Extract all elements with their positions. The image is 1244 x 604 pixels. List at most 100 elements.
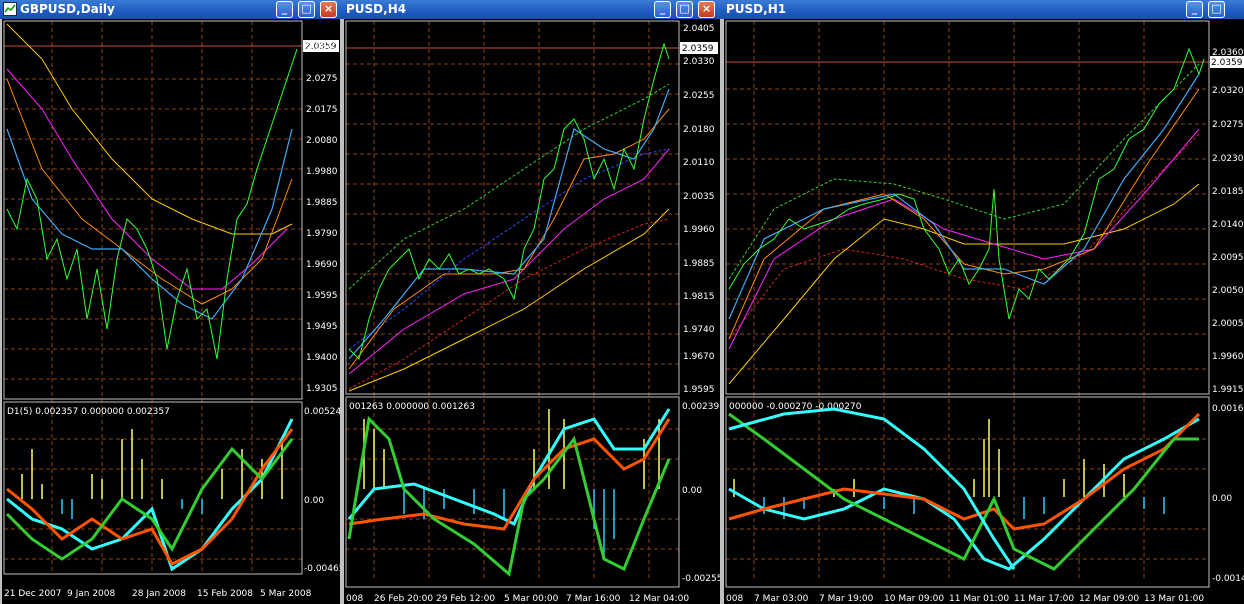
window-titlebar[interactable]: PUSD,H4 _ □ × bbox=[342, 0, 722, 19]
svg-text:2.0140: 2.0140 bbox=[1212, 220, 1244, 230]
svg-text:1.9790: 1.9790 bbox=[306, 229, 338, 239]
window-titlebar[interactable]: GBPUSD,Daily _ □ × bbox=[0, 0, 342, 19]
svg-text:1.9885: 1.9885 bbox=[683, 259, 715, 269]
price-line bbox=[348, 42, 670, 360]
svg-text:1.9980: 1.9980 bbox=[306, 167, 338, 177]
svg-text:0.00524: 0.00524 bbox=[304, 407, 340, 417]
svg-text:1.9885: 1.9885 bbox=[306, 198, 338, 208]
svg-text:1.9960: 1.9960 bbox=[683, 225, 715, 235]
svg-text:008: 008 bbox=[346, 594, 363, 604]
minimize-button[interactable]: _ bbox=[1186, 1, 1203, 18]
indicator-axis: 0.002397 0.00 -0.00255 bbox=[682, 402, 720, 584]
svg-text:0.00: 0.00 bbox=[682, 486, 702, 496]
ma-slow-line bbox=[728, 128, 1200, 350]
current-price-label: 2.0359 bbox=[682, 44, 714, 54]
lower-band-line bbox=[728, 133, 1200, 340]
maximize-button[interactable]: □ bbox=[1208, 1, 1225, 18]
svg-text:1.9670: 1.9670 bbox=[683, 352, 715, 362]
chart-svg[interactable]: 2.0359 2.0360 2.0320 2.0275 2.0230 2.018… bbox=[724, 19, 1244, 604]
indicator-title: D1(5) 0.002357 0.000000 0.002357 bbox=[7, 407, 170, 417]
svg-text:5 Mar 00:00: 5 Mar 00:00 bbox=[504, 594, 559, 604]
svg-text:10 Mar 09:00: 10 Mar 09:00 bbox=[884, 594, 944, 604]
svg-text:1.9595: 1.9595 bbox=[306, 291, 338, 301]
time-axis: 21 Dec 2007 9 Jan 2008 28 Jan 2008 15 Fe… bbox=[4, 589, 312, 599]
price-panel-frame bbox=[725, 20, 1210, 395]
chart-svg[interactable]: 2.0359 2.0370 2.0275 2.0175 2.0080 1.998… bbox=[2, 19, 340, 604]
current-price-label: 2.0359 bbox=[1211, 58, 1243, 68]
window-titlebar[interactable]: PUSD,H1 _ □ bbox=[722, 0, 1244, 19]
svg-text:2.0050: 2.0050 bbox=[1212, 286, 1244, 296]
indicator-axis: 0.00524 0.00 -0.00465 bbox=[304, 407, 340, 574]
chart-window-gbpusd-daily[interactable]: GBPUSD,Daily _ □ × 2.0359 2.0370 2.0275 … bbox=[0, 0, 342, 604]
maximize-button[interactable]: □ bbox=[676, 1, 693, 18]
window-title: PUSD,H4 bbox=[346, 2, 407, 16]
price-axis: 2.0370 2.0275 2.0175 2.0080 1.9980 1.988… bbox=[306, 42, 338, 394]
svg-text:2.0185: 2.0185 bbox=[1212, 187, 1244, 197]
svg-text:0.00168: 0.00168 bbox=[1212, 404, 1244, 414]
svg-text:0.00: 0.00 bbox=[304, 496, 324, 506]
svg-text:-0.00255: -0.00255 bbox=[682, 574, 720, 584]
upper-band-line bbox=[348, 83, 670, 290]
minimize-button[interactable]: _ bbox=[276, 1, 293, 18]
time-axis: 008 26 Feb 20:00 29 Feb 12:00 5 Mar 00:0… bbox=[346, 594, 689, 604]
svg-text:2.0230: 2.0230 bbox=[1212, 154, 1244, 164]
svg-text:1.9915: 1.9915 bbox=[1212, 385, 1244, 395]
chart-area[interactable]: 2.0359 2.0360 2.0320 2.0275 2.0230 2.018… bbox=[724, 19, 1244, 604]
svg-text:2.0275: 2.0275 bbox=[1212, 120, 1244, 130]
svg-text:26 Feb 20:00: 26 Feb 20:00 bbox=[374, 594, 433, 604]
chart-window-gbpusd-h1[interactable]: PUSD,H1 _ □ 2.0359 2.0360 2.0320 2.0275 … bbox=[722, 0, 1244, 604]
window-title: GBPUSD,Daily bbox=[20, 2, 115, 16]
svg-text:1.9400: 1.9400 bbox=[306, 353, 338, 363]
svg-text:1.9595: 1.9595 bbox=[683, 385, 715, 395]
chart-area[interactable]: 2.0359 2.0370 2.0275 2.0175 2.0080 1.998… bbox=[2, 19, 340, 604]
svg-text:7 Mar 16:00: 7 Mar 16:00 bbox=[566, 594, 621, 604]
svg-text:28 Jan 2008: 28 Jan 2008 bbox=[132, 589, 186, 599]
osc-red-line bbox=[348, 418, 671, 531]
window-title: PUSD,H1 bbox=[726, 2, 787, 16]
chart-window-gbpusd-h4[interactable]: PUSD,H4 _ □ × 2.0359 2.0405 2.0330 2.025… bbox=[342, 0, 722, 604]
price-panel-frame bbox=[345, 20, 680, 395]
svg-text:2.0275: 2.0275 bbox=[306, 74, 338, 84]
svg-text:1.9495: 1.9495 bbox=[306, 322, 338, 332]
price-grid bbox=[346, 21, 679, 579]
svg-text:2.0320: 2.0320 bbox=[1212, 86, 1244, 96]
svg-text:2.0005: 2.0005 bbox=[1212, 319, 1244, 329]
indicator-panel-frame bbox=[3, 401, 303, 575]
ma-mid-line bbox=[728, 88, 1200, 340]
svg-text:2.0035: 2.0035 bbox=[683, 192, 715, 202]
ma-mid-line bbox=[348, 108, 670, 370]
svg-text:2.0330: 2.0330 bbox=[683, 57, 715, 67]
svg-text:2.0405: 2.0405 bbox=[683, 24, 715, 34]
svg-text:12 Mar 04:00: 12 Mar 04:00 bbox=[629, 594, 689, 604]
svg-text:1.9960: 1.9960 bbox=[1212, 352, 1244, 362]
svg-text:29 Feb 12:00: 29 Feb 12:00 bbox=[436, 594, 495, 604]
chart-area[interactable]: 2.0359 2.0405 2.0330 2.0255 2.0180 2.011… bbox=[344, 19, 720, 604]
svg-text:9 Jan 2008: 9 Jan 2008 bbox=[67, 589, 115, 599]
svg-text:11 Mar 01:00: 11 Mar 01:00 bbox=[949, 594, 1009, 604]
svg-text:7 Mar 19:00: 7 Mar 19:00 bbox=[819, 594, 874, 604]
svg-text:2.0370: 2.0370 bbox=[306, 42, 338, 52]
close-button[interactable]: × bbox=[698, 1, 715, 18]
svg-text:1.9815: 1.9815 bbox=[683, 292, 715, 302]
svg-text:21 Dec 2007: 21 Dec 2007 bbox=[4, 589, 62, 599]
price-axis: 2.0405 2.0330 2.0255 2.0180 2.0110 2.003… bbox=[683, 24, 715, 395]
chart-svg[interactable]: 2.0359 2.0405 2.0330 2.0255 2.0180 2.011… bbox=[344, 19, 720, 604]
maximize-button[interactable]: □ bbox=[298, 1, 315, 18]
svg-text:11 Mar 17:00: 11 Mar 17:00 bbox=[1014, 594, 1074, 604]
svg-text:2.0095: 2.0095 bbox=[1212, 253, 1244, 263]
svg-text:2.0360: 2.0360 bbox=[1212, 48, 1244, 58]
price-grid bbox=[4, 21, 302, 574]
ma-fast-line bbox=[348, 88, 670, 360]
close-button[interactable]: × bbox=[320, 1, 337, 18]
svg-text:-0.0014: -0.0014 bbox=[1212, 574, 1244, 584]
svg-text:15 Feb 2008: 15 Feb 2008 bbox=[197, 589, 253, 599]
ma-fast-line bbox=[6, 128, 293, 320]
svg-text:2.0255: 2.0255 bbox=[683, 91, 715, 101]
minimize-button[interactable]: _ bbox=[654, 1, 671, 18]
svg-text:2.0080: 2.0080 bbox=[306, 136, 338, 146]
ma-long-line bbox=[6, 23, 293, 235]
osc-green-line bbox=[5, 438, 294, 561]
osc-red-line bbox=[728, 412, 1201, 531]
price-panel-frame bbox=[3, 20, 303, 400]
svg-text:2.0175: 2.0175 bbox=[306, 105, 338, 115]
